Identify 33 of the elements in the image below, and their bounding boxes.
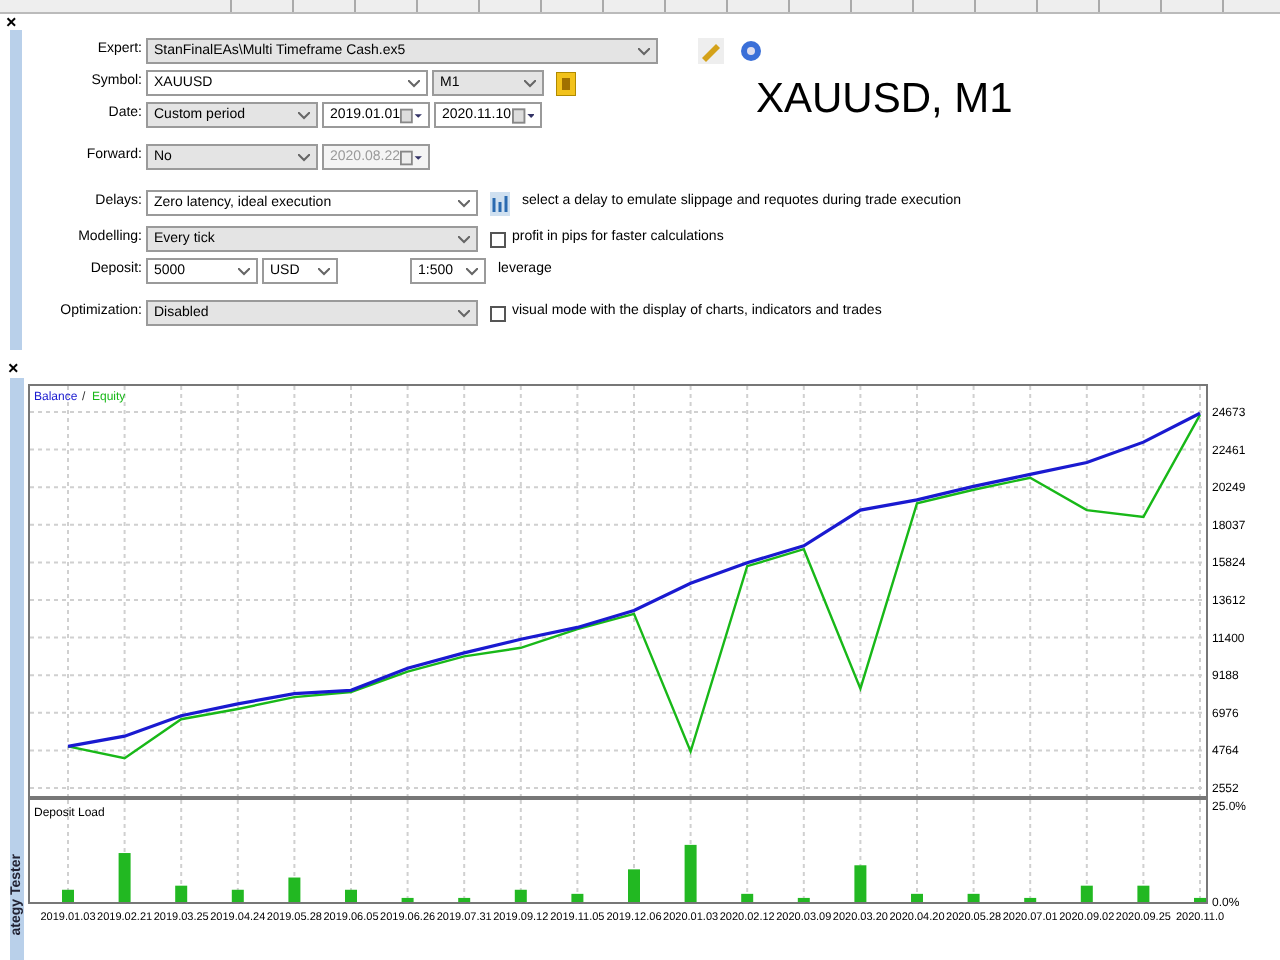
load-bar — [967, 893, 980, 902]
load-bar — [1194, 897, 1206, 902]
checkbox[interactable] — [490, 305, 506, 321]
caret-icon — [298, 111, 310, 119]
load-bar — [854, 865, 867, 902]
settings-icon[interactable] — [740, 40, 762, 62]
chart-caption: XAUUSD, M1 — [756, 74, 1013, 126]
close-mark[interactable]: × — [6, 14, 17, 32]
symbol-icon[interactable] — [556, 71, 576, 95]
caret-icon — [458, 235, 470, 243]
load-bar — [741, 893, 754, 902]
checkbox[interactable] — [490, 231, 506, 247]
load-bar — [288, 877, 301, 902]
caret-icon — [318, 267, 330, 275]
calendar-icon[interactable] — [511, 107, 534, 123]
load-bar — [571, 893, 584, 902]
load-bar — [911, 893, 923, 902]
caret-icon — [638, 47, 650, 55]
caret-icon — [458, 199, 470, 207]
caret-icon — [298, 153, 310, 161]
calendar-icon[interactable] — [400, 107, 422, 123]
load-bar — [401, 897, 414, 902]
close-mark[interactable]: × — [8, 360, 1280, 378]
bars-icon[interactable] — [490, 191, 510, 215]
load-bar — [628, 869, 640, 902]
load-bar — [458, 897, 471, 902]
caret-icon — [458, 309, 470, 317]
caret-icon — [524, 79, 536, 87]
load-bar — [797, 897, 810, 902]
caret-icon — [466, 267, 478, 275]
caret-icon — [238, 267, 250, 275]
caret-icon — [408, 79, 420, 87]
load-bar — [1024, 897, 1037, 902]
